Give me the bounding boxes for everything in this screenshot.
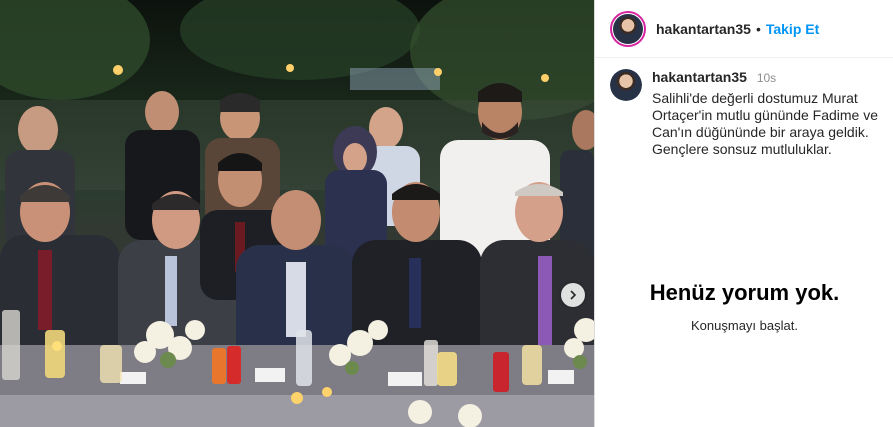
next-photo-button[interactable] xyxy=(561,283,585,307)
caption-username[interactable]: hakantartan35 xyxy=(652,69,747,85)
avatar-image xyxy=(613,13,643,44)
empty-comments: Henüz yorum yok. Konuşmayı başlat. xyxy=(595,280,893,333)
chevron-right-icon xyxy=(570,290,577,300)
caption-avatar[interactable] xyxy=(610,69,642,101)
post-sidebar: hakantartan35 • Takip Et hakantartan35 1… xyxy=(594,0,893,427)
post-photo[interactable] xyxy=(0,0,594,427)
follow-button[interactable]: Takip Et xyxy=(766,21,819,37)
avatar[interactable] xyxy=(610,10,646,47)
header-username[interactable]: hakantartan35 xyxy=(656,21,751,37)
post-timestamp[interactable]: 10s xyxy=(757,71,776,85)
caption-text: Salihli'de değerli dostumuz Murat Ortaçe… xyxy=(652,90,879,157)
separator-dot: • xyxy=(755,20,761,37)
caption-body: hakantartan35 10s Salihli'de değerli dos… xyxy=(652,69,885,158)
post-caption-block: hakantartan35 10s Salihli'de değerli dos… xyxy=(610,69,885,158)
caption-avatar-image xyxy=(610,69,642,101)
empty-comments-title: Henüz yorum yok. xyxy=(649,280,840,305)
empty-comments-subtitle: Konuşmayı başlat. xyxy=(691,318,798,333)
photo-scene xyxy=(0,0,594,427)
post-header: hakantartan35 • Takip Et xyxy=(595,0,893,58)
